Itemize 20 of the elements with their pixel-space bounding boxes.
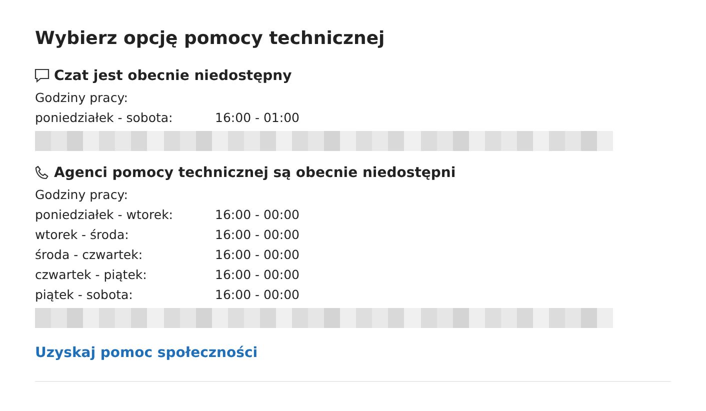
chat-icon: [34, 68, 50, 84]
days-label: wtorek - środa:: [35, 226, 130, 244]
section-heading: Czat jest obecnie niedostępny: [54, 68, 292, 84]
hours-value: 16:00 - 00:00: [215, 266, 300, 284]
page-title: Wybierz opcję pomocy technicznej: [35, 28, 386, 49]
hours-value: 16:00 - 00:00: [215, 226, 300, 244]
section-heading: Agenci pomocy technicznej są obecnie niedostępni: [54, 165, 456, 181]
hours-label: Godziny pracy:: [35, 186, 129, 204]
days-label: piątek - sobota:: [35, 286, 134, 304]
community-help-link[interactable]: Uzyskaj pomoc społeczności: [35, 345, 258, 361]
phone-icon: [34, 165, 50, 181]
days-label: środa - czwartek:: [35, 246, 144, 264]
days-label: poniedziałek - sobota:: [35, 109, 174, 127]
hours-label: Godziny pracy:: [35, 89, 129, 107]
hours-value: 16:00 - 01:00: [215, 109, 300, 127]
days-label: poniedziałek - wtorek:: [35, 206, 174, 224]
hours-value: 16:00 - 00:00: [215, 246, 300, 264]
hours-value: 16:00 - 00:00: [215, 206, 300, 224]
days-label: czwartek - piątek:: [35, 266, 148, 284]
hours-value: 16:00 - 00:00: [215, 286, 300, 304]
